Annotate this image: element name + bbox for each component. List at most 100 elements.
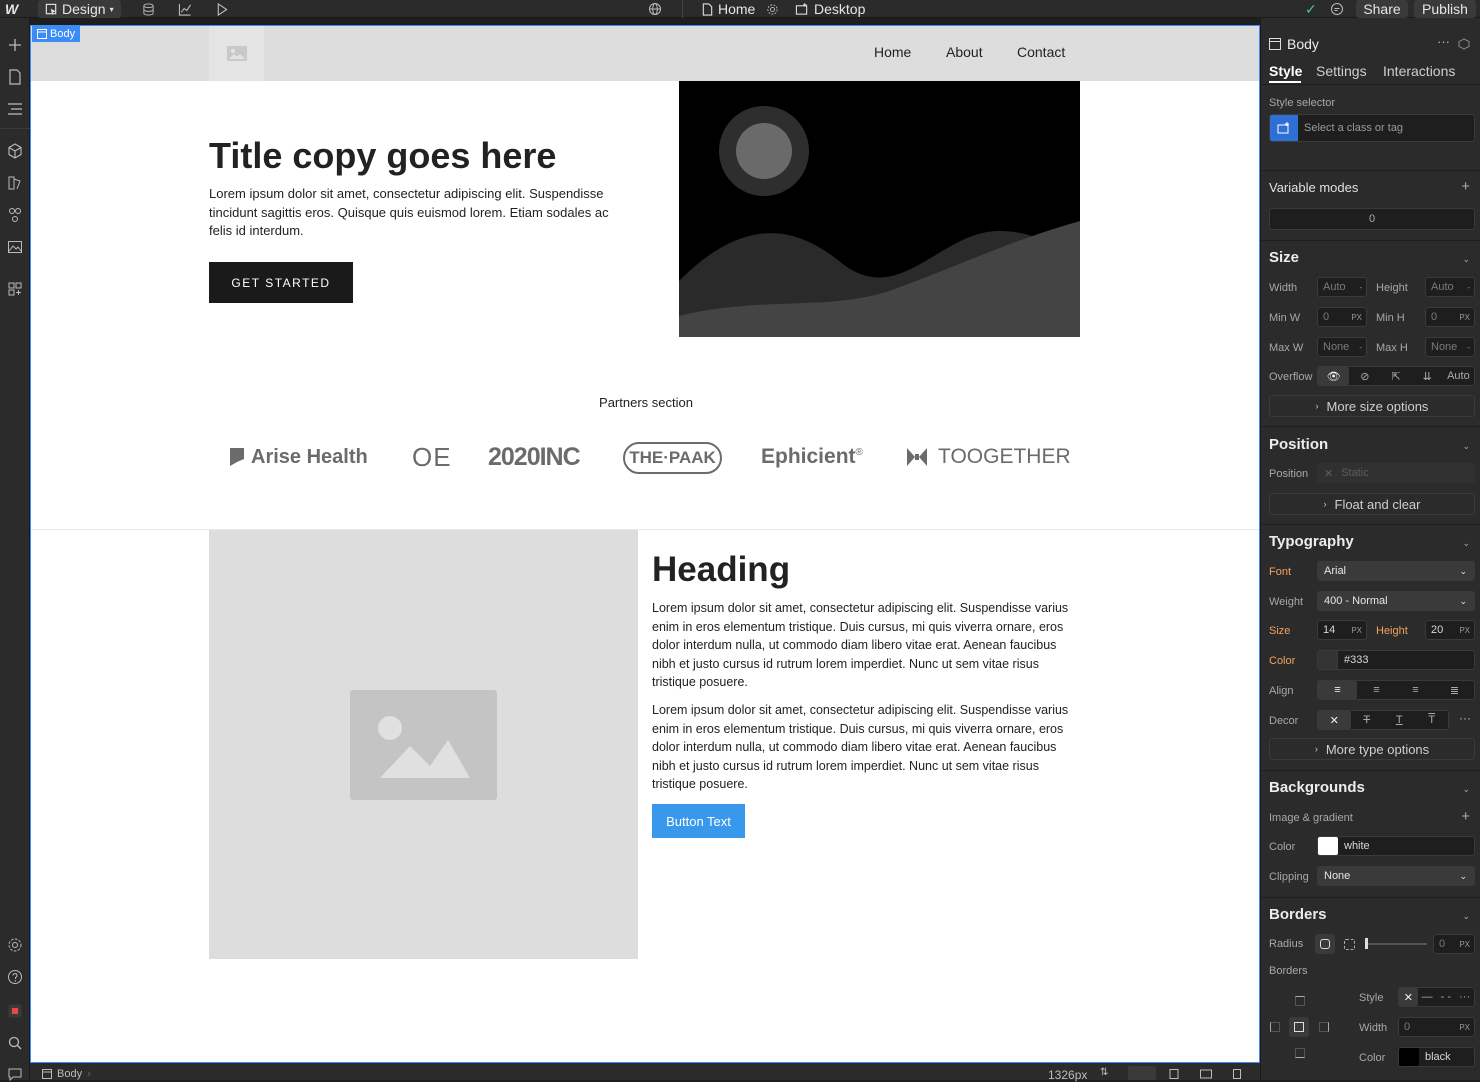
- partner-logo-2020inc[interactable]: 2020INC: [488, 441, 581, 473]
- nav-link-home[interactable]: Home: [874, 44, 911, 60]
- more-dots-icon[interactable]: ···: [1437, 34, 1450, 49]
- tab-settings[interactable]: Settings: [1316, 63, 1367, 79]
- partner-logo-ephicient[interactable]: Ephicient ®: [761, 441, 863, 473]
- share-button[interactable]: Share: [1356, 0, 1408, 18]
- border-dotted-icon[interactable]: ···: [1455, 988, 1474, 1006]
- tab-interactions[interactable]: Interactions: [1383, 63, 1455, 79]
- text-color-input[interactable]: #333: [1317, 650, 1475, 670]
- breakpoint-selector[interactable]: Desktop: [795, 0, 865, 18]
- line-height-unit[interactable]: PX: [1459, 626, 1470, 635]
- chevron-down-icon[interactable]: ⌄: [1462, 911, 1470, 922]
- pages-icon[interactable]: [7, 69, 23, 85]
- width-input[interactable]: Auto -: [1317, 277, 1367, 297]
- border-right-side-icon[interactable]: [1319, 1022, 1329, 1032]
- chevron-down-icon[interactable]: ⌄: [1462, 441, 1470, 452]
- navigator-icon[interactable]: [7, 101, 23, 117]
- border-width-input[interactable]: 0 PX: [1398, 1017, 1475, 1037]
- partner-logo-oe[interactable]: OE: [412, 441, 452, 473]
- mobile-portrait-icon[interactable]: [1233, 1069, 1241, 1079]
- feature-heading[interactable]: Heading: [652, 550, 790, 590]
- more-type-options-button[interactable]: › More type options: [1269, 738, 1475, 760]
- weight-select[interactable]: 400 - Normal ⌄: [1317, 591, 1475, 611]
- chevron-down-icon[interactable]: ⌄: [1462, 784, 1470, 795]
- apps-grid-icon[interactable]: [7, 281, 23, 297]
- background-color-input[interactable]: white: [1317, 836, 1475, 856]
- record-stop-icon[interactable]: [7, 1003, 23, 1019]
- add-background-plus-icon[interactable]: +: [1461, 808, 1470, 825]
- radius-all-corners-icon[interactable]: [1315, 934, 1335, 954]
- feature-image-placeholder[interactable]: [209, 530, 638, 959]
- design-mode-button[interactable]: Design ▾: [38, 0, 121, 18]
- strikethrough-icon[interactable]: T: [1351, 711, 1384, 729]
- font-size-input[interactable]: 14 PX: [1317, 620, 1367, 640]
- feature-paragraph-2[interactable]: Lorem ipsum dolor sit amet, consectetur …: [652, 701, 1072, 794]
- border-none-x-icon[interactable]: ✕: [1399, 988, 1418, 1006]
- partner-logo-arise-health[interactable]: Arise Health: [229, 441, 368, 473]
- webflow-logo-icon[interactable]: W: [5, 0, 18, 18]
- globe-icon[interactable]: [648, 0, 662, 18]
- site-navbar[interactable]: Home About Contact: [31, 26, 1259, 81]
- typography-section-title[interactable]: Typography: [1269, 533, 1354, 550]
- border-solid-icon[interactable]: —: [1418, 988, 1437, 1006]
- partners-section-label[interactable]: Partners section: [31, 395, 1259, 410]
- decoration-none-x-icon[interactable]: ✕: [1318, 711, 1351, 729]
- variables-icon[interactable]: [7, 207, 23, 223]
- feature-paragraph-1[interactable]: Lorem ipsum dolor sit amet, consectetur …: [652, 599, 1072, 692]
- overline-icon[interactable]: T: [1416, 711, 1449, 729]
- border-top-side-icon[interactable]: [1295, 996, 1305, 1006]
- analytics-chart-icon[interactable]: [178, 0, 192, 18]
- publish-button[interactable]: Publish: [1414, 0, 1476, 18]
- tablet-view-icon[interactable]: [1169, 1069, 1179, 1079]
- overflow-auto-option[interactable]: Auto: [1443, 367, 1474, 385]
- add-variable-mode-plus-icon[interactable]: +: [1461, 178, 1470, 195]
- size-section-title[interactable]: Size: [1269, 249, 1299, 266]
- backgrounds-section-title[interactable]: Backgrounds: [1269, 779, 1365, 796]
- position-section-title[interactable]: Position: [1269, 436, 1328, 453]
- max-width-input[interactable]: None -: [1317, 337, 1367, 357]
- background-color-swatch[interactable]: [1318, 837, 1338, 855]
- chevron-down-icon[interactable]: ⌄: [1462, 254, 1470, 265]
- add-panel-plus-icon[interactable]: [7, 37, 23, 53]
- nav-link-contact[interactable]: Contact: [1017, 44, 1065, 60]
- hero-image[interactable]: [679, 81, 1080, 337]
- hero-text[interactable]: Lorem ipsum dolor sit amet, consectetur …: [209, 185, 619, 241]
- min-height-input[interactable]: 0 PX: [1425, 307, 1475, 327]
- border-all-sides-icon[interactable]: [1289, 1017, 1309, 1037]
- align-center-icon[interactable]: ≡: [1357, 681, 1396, 699]
- underline-icon[interactable]: T: [1383, 711, 1416, 729]
- border-style-control[interactable]: ✕ — - - ···: [1398, 987, 1475, 1007]
- overflow-scroll-icon[interactable]: ⇱: [1380, 367, 1411, 385]
- border-left-side-icon[interactable]: [1270, 1022, 1280, 1032]
- overflow-clip-icon[interactable]: ⇊: [1412, 367, 1443, 385]
- desktop-view-button[interactable]: [1128, 1066, 1156, 1080]
- nav-link-about[interactable]: About: [946, 44, 983, 60]
- overflow-visible-eye-icon[interactable]: 👁: [1318, 367, 1350, 385]
- more-size-options-button[interactable]: › More size options: [1269, 395, 1475, 417]
- tab-style[interactable]: Style: [1269, 63, 1302, 79]
- overflow-hidden-eye-slash-icon[interactable]: ⊘: [1349, 367, 1380, 385]
- page-settings-gear-icon[interactable]: [766, 0, 779, 18]
- style-selector-input[interactable]: Select a class or tag: [1269, 114, 1475, 142]
- breadcrumb[interactable]: Body ›: [42, 1068, 91, 1080]
- radius-individual-corners-icon[interactable]: [1344, 939, 1355, 950]
- components-cube-icon[interactable]: [7, 143, 23, 159]
- borders-section-title[interactable]: Borders: [1269, 906, 1327, 923]
- border-dashed-icon[interactable]: - -: [1437, 988, 1456, 1006]
- variable-mode-value[interactable]: 0: [1269, 208, 1475, 230]
- breadcrumb-item-body[interactable]: Body: [57, 1068, 82, 1080]
- height-input[interactable]: Auto -: [1425, 277, 1475, 297]
- text-color-swatch[interactable]: [1318, 651, 1338, 669]
- feature-button[interactable]: Button Text: [652, 804, 745, 838]
- search-icon[interactable]: [7, 1035, 23, 1051]
- border-color-swatch[interactable]: [1399, 1048, 1419, 1066]
- align-left-icon[interactable]: ≡: [1318, 681, 1357, 699]
- overflow-segmented-control[interactable]: 👁 ⊘ ⇱ ⇊ Auto: [1317, 366, 1475, 386]
- preview-play-icon[interactable]: [216, 0, 228, 18]
- align-right-icon[interactable]: ≡: [1396, 681, 1435, 699]
- style-guide-icon[interactable]: [7, 175, 23, 191]
- partner-logo-the-paak[interactable]: THE·PAAK: [623, 442, 722, 474]
- border-width-unit[interactable]: PX: [1459, 1023, 1470, 1032]
- comments-icon[interactable]: [1330, 0, 1344, 18]
- font-size-unit[interactable]: PX: [1351, 626, 1362, 635]
- min-width-unit[interactable]: PX: [1351, 313, 1362, 322]
